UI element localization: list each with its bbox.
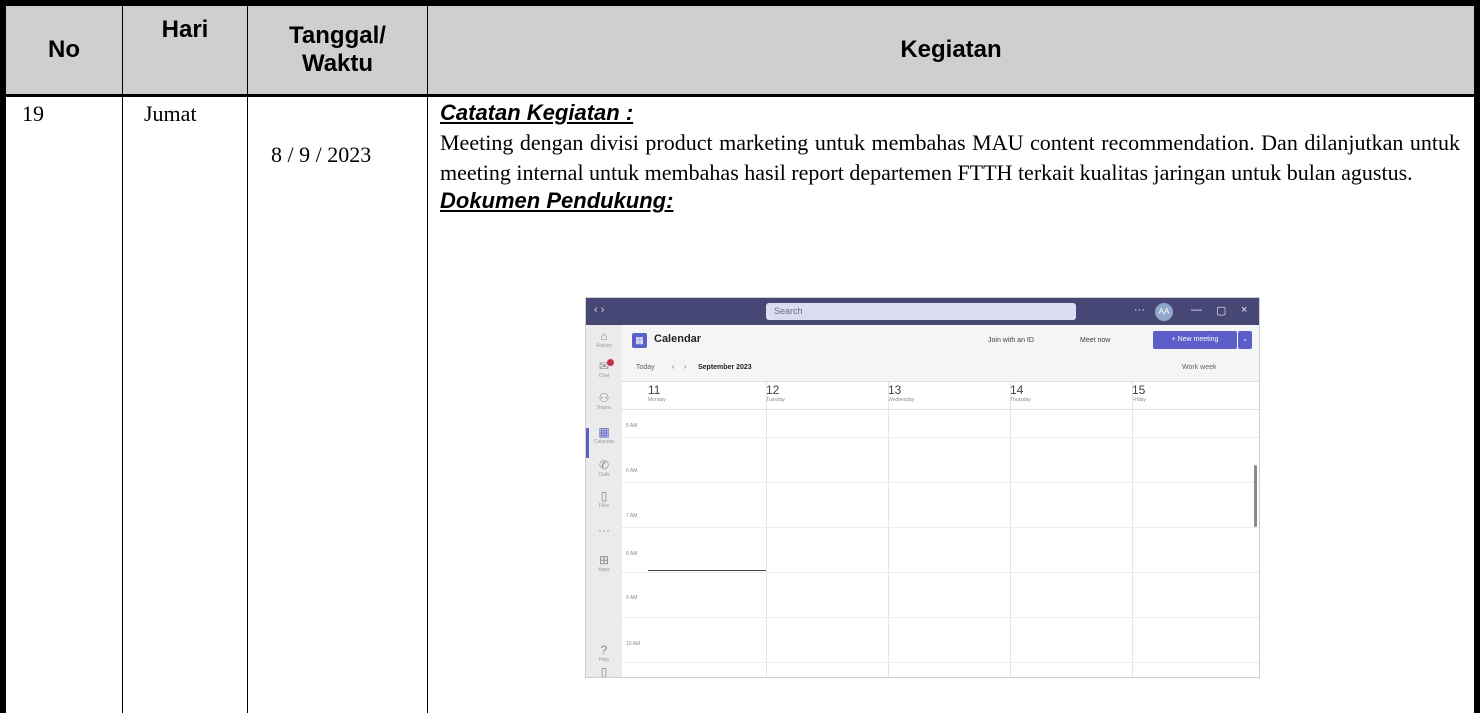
rail-item-help[interactable]: ? Help xyxy=(586,643,622,663)
day-header: 14 Thursday xyxy=(1010,383,1031,403)
column-divider xyxy=(122,6,123,713)
rail-item-teams[interactable]: ⚇ Teams xyxy=(586,391,622,411)
activity-log-table: No Hari Tanggal/ Waktu Kegiatan 19 Jumat… xyxy=(0,0,1480,713)
today-button[interactable]: Today xyxy=(636,364,655,371)
hour-line xyxy=(622,572,1259,573)
hour-line xyxy=(622,662,1259,663)
time-label: 7 AM xyxy=(626,513,638,519)
scrollbar[interactable] xyxy=(1254,465,1257,527)
day-column-line xyxy=(1010,381,1011,677)
calendar-icon: ▦ xyxy=(598,425,610,439)
rail-item-calls[interactable]: ✆ Calls xyxy=(586,458,622,478)
rail-item-files[interactable]: ▯ Files xyxy=(586,489,622,509)
join-with-id-button[interactable]: Join with an ID xyxy=(988,333,1034,349)
rail-item-device[interactable]: ▯ xyxy=(586,665,622,678)
close-icon[interactable]: × xyxy=(1241,304,1247,316)
rail-item-apps[interactable]: ⊞ Apps xyxy=(586,553,622,573)
bell-icon: ⌂ xyxy=(600,329,608,343)
calendar-header: ▦ Calendar Join with an ID Meet now + Ne… xyxy=(622,325,1259,357)
time-label: 10 AM xyxy=(626,641,641,647)
maximize-icon[interactable]: ▢ xyxy=(1216,304,1226,317)
day-headers: 11 Monday 12 Tuesday 13 Wednesday 14 Thursda… xyxy=(622,381,1259,410)
device-icon: ▯ xyxy=(600,665,608,678)
supporting-document-screenshot: ‹ › Search ··· AA — ▢ × ⌂ Activity ✉ Chat … xyxy=(585,297,1260,678)
day-column-line xyxy=(888,381,889,677)
header-tanggal-waktu: Tanggal/ Waktu xyxy=(248,6,427,94)
help-icon: ? xyxy=(600,643,608,657)
nav-arrows-icon[interactable]: ‹ › xyxy=(594,304,604,316)
column-divider xyxy=(427,6,428,713)
avatar[interactable]: AA xyxy=(1155,303,1173,321)
teams-icon: ⚇ xyxy=(598,391,610,405)
hour-line xyxy=(622,437,1259,438)
apps-icon: ⊞ xyxy=(598,553,610,567)
column-divider xyxy=(247,6,248,713)
time-label: 9 AM xyxy=(626,595,638,601)
calendar-toolbar: Today ‹ › September 2023 Work week xyxy=(622,357,1259,382)
view-selector[interactable]: Work week xyxy=(1182,364,1217,371)
day-header: 15 Friday xyxy=(1132,383,1146,403)
dokumen-heading: Dokumen Pendukung: xyxy=(440,188,674,213)
header-hari: Hari xyxy=(123,6,247,94)
header-divider xyxy=(0,94,1480,97)
notification-badge xyxy=(607,359,614,366)
day-header: 12 Tuesday xyxy=(766,383,785,403)
day-column-line xyxy=(766,381,767,677)
border-right xyxy=(1474,0,1480,713)
activity-content: Catatan Kegiatan : Meeting dengan divisi… xyxy=(440,100,1460,214)
month-selector[interactable]: September 2023 xyxy=(698,364,752,371)
file-icon: ▯ xyxy=(600,489,608,503)
row-date: 8 / 9 / 2023 xyxy=(271,142,372,167)
border-left xyxy=(0,0,6,713)
calendar-main: ▦ Calendar Join with an ID Meet now + Ne… xyxy=(622,325,1259,677)
border-top xyxy=(0,0,1480,6)
day-header: 13 Wednesday xyxy=(888,383,915,403)
search-input[interactable]: Search xyxy=(766,303,1076,320)
rail-item-calendar[interactable]: ▦ Calendar xyxy=(586,425,622,445)
phone-icon: ✆ xyxy=(598,458,610,472)
more-options-icon[interactable]: ··· xyxy=(1134,304,1145,316)
catatan-heading: Catatan Kegiatan : xyxy=(440,100,634,125)
rail-item-chat[interactable]: ✉ Chat xyxy=(586,359,622,379)
time-label: 6 AM xyxy=(626,468,638,474)
meet-now-button[interactable]: Meet now xyxy=(1080,333,1110,349)
chevron-down-icon[interactable]: ⌄ xyxy=(1238,331,1252,349)
catatan-body: Meeting dengan divisi product marketing … xyxy=(440,130,1460,185)
rail-item-more[interactable]: ··· xyxy=(586,523,622,537)
titlebar: ‹ › Search ··· AA — ▢ × xyxy=(586,298,1259,325)
day-column-line xyxy=(1132,381,1133,677)
rail-item-activity[interactable]: ⌂ Activity xyxy=(586,329,622,349)
new-meeting-button[interactable]: + New meeting xyxy=(1153,331,1237,349)
row-number: 19 xyxy=(22,101,44,126)
row-day: Jumat xyxy=(144,101,197,126)
calendar-title: Calendar xyxy=(654,333,702,345)
time-label: 5 AM xyxy=(626,423,638,429)
minimize-icon[interactable]: — xyxy=(1191,304,1202,316)
hour-line xyxy=(622,617,1259,618)
header-kegiatan: Kegiatan xyxy=(428,6,1474,94)
day-header: 11 Monday xyxy=(648,383,666,403)
ellipsis-icon: ··· xyxy=(598,523,610,537)
app-rail: ⌂ Activity ✉ Chat ⚇ Teams ▦ Calendar ✆ Calls … xyxy=(586,325,622,677)
calendar-app-icon: ▦ xyxy=(632,333,647,348)
current-time-line xyxy=(648,570,766,571)
hour-line xyxy=(622,527,1259,528)
next-arrow-icon[interactable]: › xyxy=(684,364,686,371)
hour-line xyxy=(622,482,1259,483)
prev-arrow-icon[interactable]: ‹ xyxy=(672,364,674,371)
time-label: 8 AM xyxy=(626,551,638,557)
header-no: No xyxy=(6,6,122,94)
